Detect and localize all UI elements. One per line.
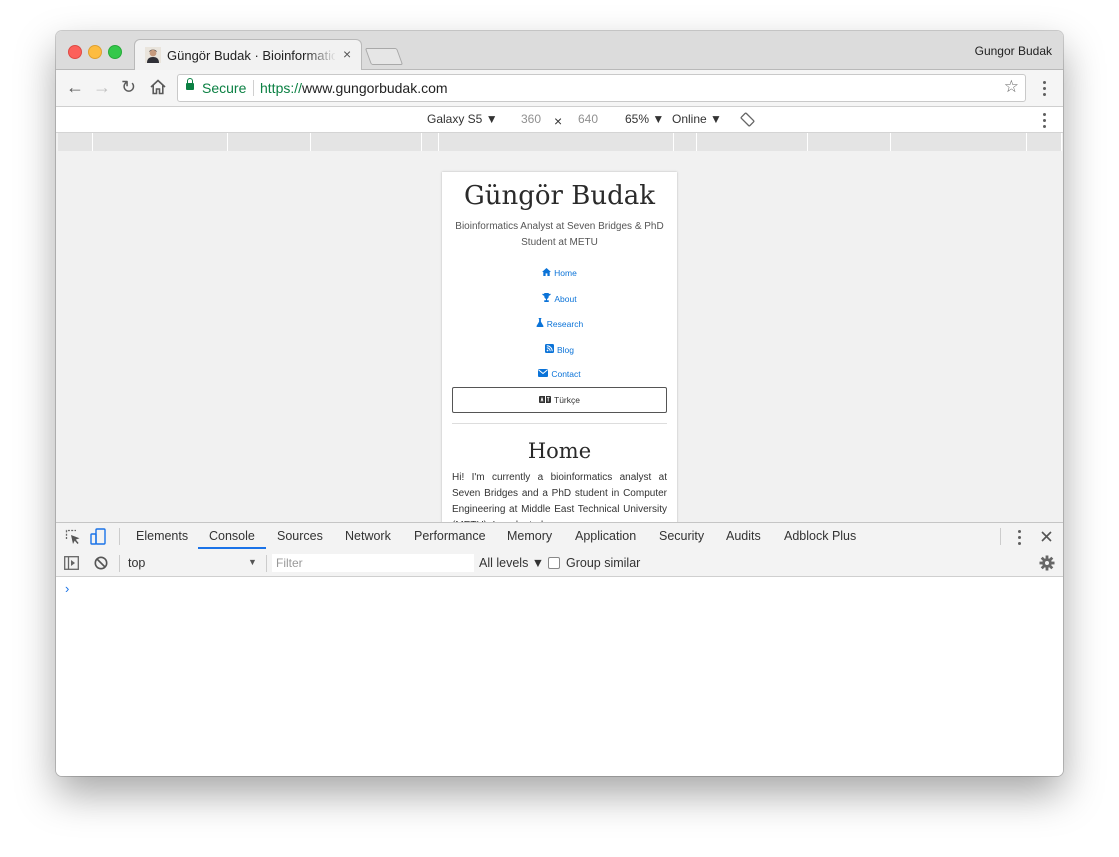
rss-icon <box>544 344 554 353</box>
new-tab-button[interactable] <box>364 48 404 65</box>
tab-network[interactable]: Network <box>345 529 391 543</box>
zoom-select[interactable]: 65% ▼ <box>625 112 664 126</box>
width-input[interactable]: 360 <box>521 112 541 126</box>
inspect-element-icon[interactable] <box>65 529 81 545</box>
divider <box>452 423 667 424</box>
site-title: Güngör Budak <box>463 181 655 211</box>
intro-paragraph: Hi! I'm currently a bioinformatics analy… <box>452 472 667 522</box>
devtools-tabbar: Elements Console Sources Network Perform… <box>56 522 1063 551</box>
tab-strip: Güngör Budak · Bioinformatics × Gungor B… <box>56 31 1063 71</box>
tab-console[interactable]: Console <box>209 529 255 543</box>
home-icon <box>542 268 552 276</box>
maximize-window-button[interactable] <box>108 45 122 59</box>
minimize-window-button[interactable] <box>88 45 102 59</box>
lock-icon <box>186 78 194 90</box>
height-input[interactable]: 640 <box>578 112 598 126</box>
browser-window: Güngör Budak · Bioinformatics × Gungor B… <box>56 31 1063 776</box>
device-menu-icon[interactable] <box>1043 113 1046 131</box>
device-toolbar: Galaxy S5 ▼ 360 × 640 65% ▼ Online ▼ <box>56 107 1063 133</box>
language-button[interactable]: Türkçe <box>452 387 667 413</box>
tab-application[interactable]: Application <box>575 529 636 543</box>
tab-close-icon[interactable]: × <box>343 46 351 62</box>
nav-blog-link[interactable]: Blog <box>442 344 677 355</box>
context-select[interactable]: top <box>128 556 145 570</box>
profile-name[interactable]: Gungor Budak <box>975 44 1052 58</box>
nav-home-link[interactable]: Home <box>442 268 677 278</box>
url-text[interactable]: https://www.gungorbudak.com <box>260 80 448 96</box>
media-query-bar[interactable] <box>56 133 1063 152</box>
console-toolbar: top ▼ Filter All levels ▼ Group similar <box>56 550 1063 577</box>
clear-console-icon[interactable] <box>94 556 108 570</box>
section-heading: Home <box>527 439 592 463</box>
sidebar-toggle-icon[interactable] <box>64 556 79 570</box>
address-bar[interactable]: Secure https://www.gungorbudak.com ☆ <box>177 74 1026 102</box>
site-subtitle: Bioinformatics Analyst at Seven Bridges … <box>455 221 664 248</box>
close-devtools-icon[interactable] <box>1041 531 1052 542</box>
group-similar-checkbox[interactable] <box>548 557 560 569</box>
times-icon: × <box>554 113 563 129</box>
bookmark-star-icon[interactable]: ☆ <box>1004 77 1019 97</box>
device-toggle-icon[interactable] <box>90 528 106 545</box>
tab-memory[interactable]: Memory <box>507 529 552 543</box>
tab-audits[interactable]: Audits <box>726 529 761 543</box>
mobile-page: Güngör Budak Bioinformatics Analyst at S… <box>442 172 677 522</box>
emulated-viewport: Güngör Budak Bioinformatics Analyst at S… <box>56 151 1063 522</box>
reload-icon[interactable]: ↻ <box>121 77 136 97</box>
flask-icon <box>536 318 544 327</box>
nav-research-link[interactable]: Research <box>442 318 677 329</box>
nav-about-link[interactable]: About <box>442 293 677 304</box>
console-output[interactable]: › <box>56 577 1063 776</box>
console-settings-gear-icon[interactable] <box>1039 555 1055 571</box>
log-levels-select[interactable]: All levels ▼ <box>479 556 544 570</box>
language-icon <box>539 396 551 403</box>
active-tab-indicator <box>198 547 266 549</box>
tab-adblock-plus[interactable]: Adblock Plus <box>784 529 856 543</box>
device-select[interactable]: Galaxy S5 ▼ <box>427 112 498 126</box>
group-similar-label: Group similar <box>566 556 641 570</box>
close-window-button[interactable] <box>68 45 82 59</box>
rotate-icon[interactable] <box>740 112 755 127</box>
home-icon[interactable] <box>149 78 167 96</box>
favicon-avatar-icon <box>145 47 161 63</box>
context-dropdown-icon[interactable]: ▼ <box>248 557 257 567</box>
tab-security[interactable]: Security <box>659 529 704 543</box>
back-arrow-icon[interactable]: ← <box>66 77 84 97</box>
tab-performance[interactable]: Performance <box>414 529 486 543</box>
trophy-icon <box>542 293 552 302</box>
browser-toolbar: ← → ↻ Secure https://www.gungorbudak.com… <box>56 70 1063 107</box>
browser-tab[interactable]: Güngör Budak · Bioinformatics × <box>134 39 362 71</box>
browser-menu-icon[interactable] <box>1043 81 1046 99</box>
secure-label: Secure <box>202 80 247 96</box>
forward-arrow-icon[interactable]: → <box>93 77 111 97</box>
envelope-icon <box>538 369 549 377</box>
filter-input[interactable]: Filter <box>272 554 474 572</box>
network-select[interactable]: Online ▼ <box>672 112 722 126</box>
tab-elements[interactable]: Elements <box>136 529 188 543</box>
tab-sources[interactable]: Sources <box>277 529 323 543</box>
nav-contact-link[interactable]: Contact <box>442 369 677 379</box>
console-prompt[interactable]: › <box>65 581 69 596</box>
devtools-menu-icon[interactable] <box>1018 530 1021 548</box>
